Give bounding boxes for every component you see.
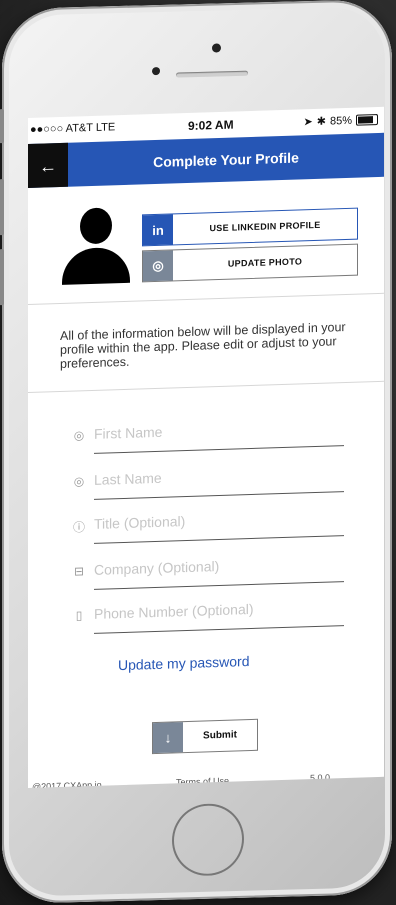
volume-up-button xyxy=(0,179,4,236)
mute-switch xyxy=(0,109,4,144)
company-field[interactable]: ⊟ Company (Optional) xyxy=(72,548,344,591)
avatar xyxy=(60,207,130,289)
carrier-label: ●●○○○ AT&T LTE xyxy=(30,121,116,136)
update-photo-button[interactable]: ◎ UPDATE PHOTO xyxy=(142,243,358,283)
field-underline xyxy=(94,581,344,590)
volume-down-button xyxy=(0,249,4,306)
divider xyxy=(28,292,384,305)
last-name-placeholder: Last Name xyxy=(94,469,162,488)
field-underline xyxy=(94,535,344,544)
submit-label: Submit xyxy=(203,729,237,742)
nav-bar: ← Complete Your Profile xyxy=(28,132,384,188)
bluetooth-icon: ✱ xyxy=(316,115,326,128)
divider xyxy=(28,380,384,393)
field-underline xyxy=(94,491,344,500)
linkedin-icon: in xyxy=(143,214,173,246)
first-name-field[interactable]: ◎ First Name xyxy=(72,412,344,455)
info-text: All of the information below will be dis… xyxy=(60,320,346,371)
proximity-sensor xyxy=(212,43,221,53)
briefcase-icon: ⊟ xyxy=(73,564,85,579)
camera-icon: ◎ xyxy=(143,250,173,282)
status-right: ➤ ✱ 85% xyxy=(304,113,378,128)
title-field[interactable]: ⓘ Title (Optional) xyxy=(72,502,344,545)
phone-icon: ▯ xyxy=(75,608,83,623)
home-button[interactable] xyxy=(172,803,244,877)
battery-icon xyxy=(356,114,378,126)
app-screen: ●●○○○ AT&T LTE 9:02 AM ➤ ✱ 85% ← Complet… xyxy=(28,106,384,788)
page-title: Complete Your Profile xyxy=(153,149,299,171)
photo-button-label: UPDATE PHOTO xyxy=(227,256,303,269)
submit-button[interactable]: ↓ Submit xyxy=(152,718,258,755)
earpiece-speaker xyxy=(176,70,248,78)
back-button[interactable]: ← xyxy=(28,142,68,188)
location-icon: ➤ xyxy=(303,116,313,129)
person-icon: ◎ xyxy=(73,428,85,443)
person-icon: ◎ xyxy=(73,474,85,489)
front-camera xyxy=(152,66,160,76)
battery-percent: 85% xyxy=(329,114,352,128)
update-password-link[interactable]: Update my password xyxy=(118,653,250,673)
first-name-placeholder: First Name xyxy=(94,423,163,442)
avatar-body xyxy=(62,246,130,285)
avatar-head xyxy=(80,207,112,245)
title-placeholder: Title (Optional) xyxy=(94,513,186,532)
company-placeholder: Company (Optional) xyxy=(94,557,220,578)
clock: 9:02 AM xyxy=(188,117,234,133)
phone-placeholder: Phone Number (Optional) xyxy=(94,600,254,622)
download-arrow-icon: ↓ xyxy=(153,722,183,754)
phone-field[interactable]: ▯ Phone Number (Optional) xyxy=(72,592,344,635)
linkedin-button-label: USE LINKEDIN PROFILE xyxy=(209,219,321,234)
back-arrow-icon: ← xyxy=(39,156,57,177)
field-underline xyxy=(94,445,344,454)
last-name-field[interactable]: ◎ Last Name xyxy=(72,458,344,501)
use-linkedin-button[interactable]: in USE LINKEDIN PROFILE xyxy=(142,207,358,247)
field-underline xyxy=(94,625,344,634)
info-icon: ⓘ xyxy=(72,520,85,535)
